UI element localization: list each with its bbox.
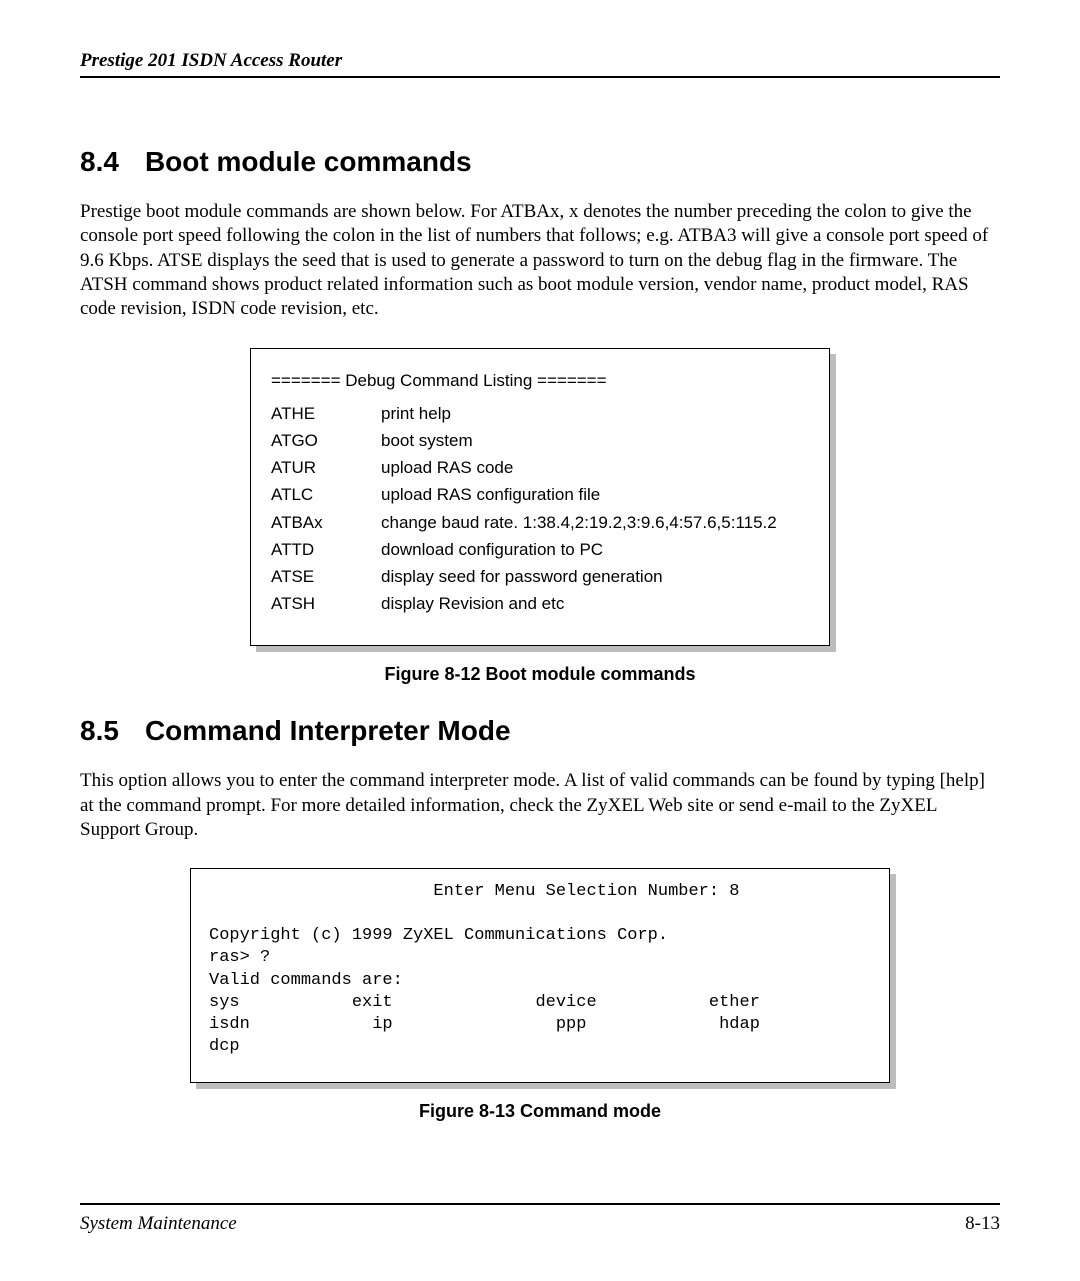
- command-name: ATLC: [271, 481, 381, 508]
- footer-left: System Maintenance: [80, 1213, 237, 1235]
- section-number: 8.4: [80, 146, 119, 178]
- section-number: 8.5: [80, 715, 119, 747]
- figure-8-13-caption: Figure 8-13 Command mode: [80, 1101, 1000, 1122]
- terminal-text: Enter Menu Selection Number: 8 Copyright…: [190, 868, 890, 1083]
- command-row: ATUR upload RAS code: [271, 454, 809, 481]
- figure-8-12-box: ======= Debug Command Listing ======= AT…: [250, 348, 830, 647]
- command-row: ATGO boot system: [271, 427, 809, 454]
- figure-8-12-caption: Figure 8-12 Boot module commands: [80, 664, 1000, 685]
- running-header: Prestige 201 ISDN Access Router: [80, 50, 1000, 78]
- command-row: ATLC upload RAS configuration file: [271, 481, 809, 508]
- section-8-5-paragraph: This option allows you to enter the comm…: [80, 769, 1000, 842]
- section-title: Boot module commands: [145, 146, 472, 177]
- command-name: ATHE: [271, 400, 381, 427]
- command-row: ATSE display seed for password generatio…: [271, 563, 809, 590]
- command-desc: display Revision and etc: [381, 590, 564, 617]
- command-name: ATTD: [271, 536, 381, 563]
- command-row: ATHE print help: [271, 400, 809, 427]
- figure-8-13-box: Enter Menu Selection Number: 8 Copyright…: [190, 868, 890, 1083]
- command-name: ATUR: [271, 454, 381, 481]
- command-desc: download configuration to PC: [381, 536, 603, 563]
- command-name: ATGO: [271, 427, 381, 454]
- command-name: ATBAx: [271, 509, 381, 536]
- command-desc: upload RAS code: [381, 454, 513, 481]
- page-footer: System Maintenance 8-13: [80, 1203, 1000, 1235]
- command-name: ATSE: [271, 563, 381, 590]
- command-desc: boot system: [381, 427, 473, 454]
- command-row: ATTD download configuration to PC: [271, 536, 809, 563]
- command-name: ATSH: [271, 590, 381, 617]
- section-title: Command Interpreter Mode: [145, 715, 511, 746]
- footer-page-number: 8-13: [965, 1213, 1000, 1235]
- command-row: ATBAx change baud rate. 1:38.4,2:19.2,3:…: [271, 509, 809, 536]
- section-8-4-paragraph: Prestige boot module commands are shown …: [80, 200, 1000, 322]
- command-desc: change baud rate. 1:38.4,2:19.2,3:9.6,4:…: [381, 509, 777, 536]
- command-desc: display seed for password generation: [381, 563, 663, 590]
- command-row: ATSH display Revision and etc: [271, 590, 809, 617]
- command-desc: upload RAS configuration file: [381, 481, 600, 508]
- section-heading-8-5: 8.5 Command Interpreter Mode: [80, 715, 1000, 747]
- section-heading-8-4: 8.4 Boot module commands: [80, 146, 1000, 178]
- command-desc: print help: [381, 400, 451, 427]
- debug-listing-title: ======= Debug Command Listing =======: [271, 367, 809, 394]
